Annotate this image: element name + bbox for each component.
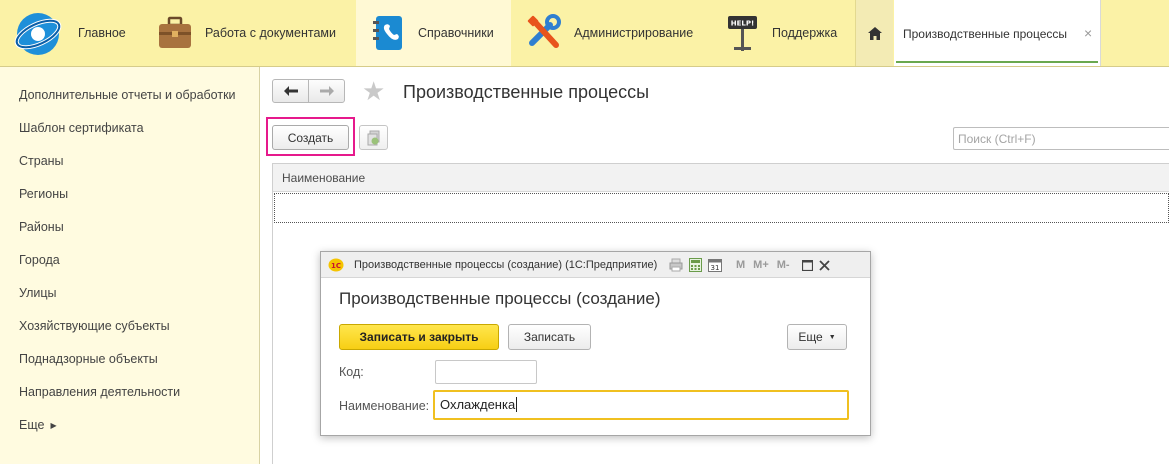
section-admin[interactable]: Администрирование [524,0,693,66]
dialog-caption: Производственные процессы (создание) (1С… [354,259,658,271]
open-window-tab-label: Производственные процессы [903,27,1068,41]
dialog-toolbar: 31 M M+ M- [669,256,836,274]
name-field[interactable]: Охлажденка [433,390,849,420]
help-sign-icon: HELP! [728,16,757,51]
svg-text:1С: 1С [331,262,341,270]
section-catalogs-label: Справочники [418,26,494,40]
back-button[interactable] [272,79,309,103]
nav-item-cities[interactable]: Города [19,253,60,267]
name-label: Наименование: [339,399,430,413]
navigation-panel: Дополнительные отчеты и обработки Шаблон… [0,67,260,464]
section-documents[interactable]: Работа с документами [155,0,336,66]
dialog-titlebar: 1С Производственные процессы (создание) … [321,252,870,278]
table-row[interactable] [274,193,1169,223]
close-tab-icon[interactable]: × [1084,25,1092,41]
copy-button[interactable] [359,125,388,150]
create-dialog: 1С Производственные процессы (создание) … [320,251,871,436]
dropdown-caret-icon: ▼ [828,333,836,341]
create-button[interactable]: Создать [272,125,349,150]
nav-item-certificate-template[interactable]: Шаблон сертификата [19,121,144,135]
name-field-value: Охлажденка [440,397,516,412]
1c-logo-icon: 1С [328,258,344,272]
nav-more-button[interactable]: Еще ▶ [19,418,57,432]
column-header-name[interactable]: Наименование [282,171,365,185]
arrow-left-icon [283,86,298,96]
section-admin-label: Администрирование [574,26,694,40]
code-field[interactable] [435,360,537,384]
nav-item-regions[interactable]: Регионы [19,187,68,201]
print-icon[interactable] [669,258,683,272]
close-dialog-icon[interactable] [818,259,830,271]
app-logo-icon[interactable] [12,10,64,58]
calculator-icon[interactable] [689,258,702,272]
arrow-right-icon [319,86,334,96]
home-button[interactable] [855,0,893,66]
nav-item-additional-reports[interactable]: Дополнительные отчеты и обработки [19,88,236,102]
active-tab-indicator [896,61,1098,63]
sections-panel: Главное Работа с документами Справочники… [0,0,1169,67]
dialog-title: Производственные процессы (создание) [339,289,661,308]
nav-item-districts[interactable]: Районы [19,220,64,234]
nav-item-activity-areas[interactable]: Направления деятельности [19,385,180,399]
maximize-icon[interactable] [801,259,813,271]
section-support-label: Поддержка [772,26,838,40]
open-window-tab[interactable]: Производственные процессы × [894,0,1101,66]
nav-item-countries[interactable]: Страны [19,154,64,168]
more-actions-button[interactable]: Еще ▼ [787,324,847,350]
table-header: Наименование [273,164,1169,192]
tools-icon [527,14,561,48]
more-actions-label: Еще [798,330,823,344]
favorite-star-icon[interactable]: ★ [362,78,385,104]
briefcase-icon [159,16,191,48]
search-input[interactable] [953,127,1169,150]
save-and-close-button[interactable]: Записать и закрыть [339,324,499,350]
section-main-label: Главное [78,26,126,40]
nav-item-streets[interactable]: Улицы [19,286,57,300]
svg-text:31: 31 [711,264,720,272]
section-catalogs[interactable]: Справочники [356,0,511,66]
section-documents-label: Работа с документами [205,26,336,40]
svg-text:HELP!: HELP! [731,20,754,28]
forward-button[interactable] [308,79,345,103]
memory-minus-button[interactable]: M- [777,259,790,271]
section-main[interactable]: Главное [78,0,126,66]
nav-item-supervised-objects[interactable]: Поднадзорные объекты [19,352,158,366]
text-cursor [516,397,518,412]
calendar-icon[interactable]: 31 [708,258,722,272]
nav-item-business-entities[interactable]: Хозяйствующие субъекты [19,319,170,333]
copy-icon [367,130,379,145]
home-icon [867,26,882,40]
page-title: Производственные процессы [403,82,650,102]
section-support[interactable]: HELP! Поддержка [722,0,837,66]
nav-more-label: Еще [19,418,45,432]
triangle-right-icon: ▶ [50,421,57,430]
save-button[interactable]: Записать [508,324,591,350]
memory-plus-button[interactable]: M+ [753,259,769,271]
code-label: Код: [339,365,364,379]
address-book-icon [373,16,402,50]
memory-m-button[interactable]: M [736,259,745,271]
